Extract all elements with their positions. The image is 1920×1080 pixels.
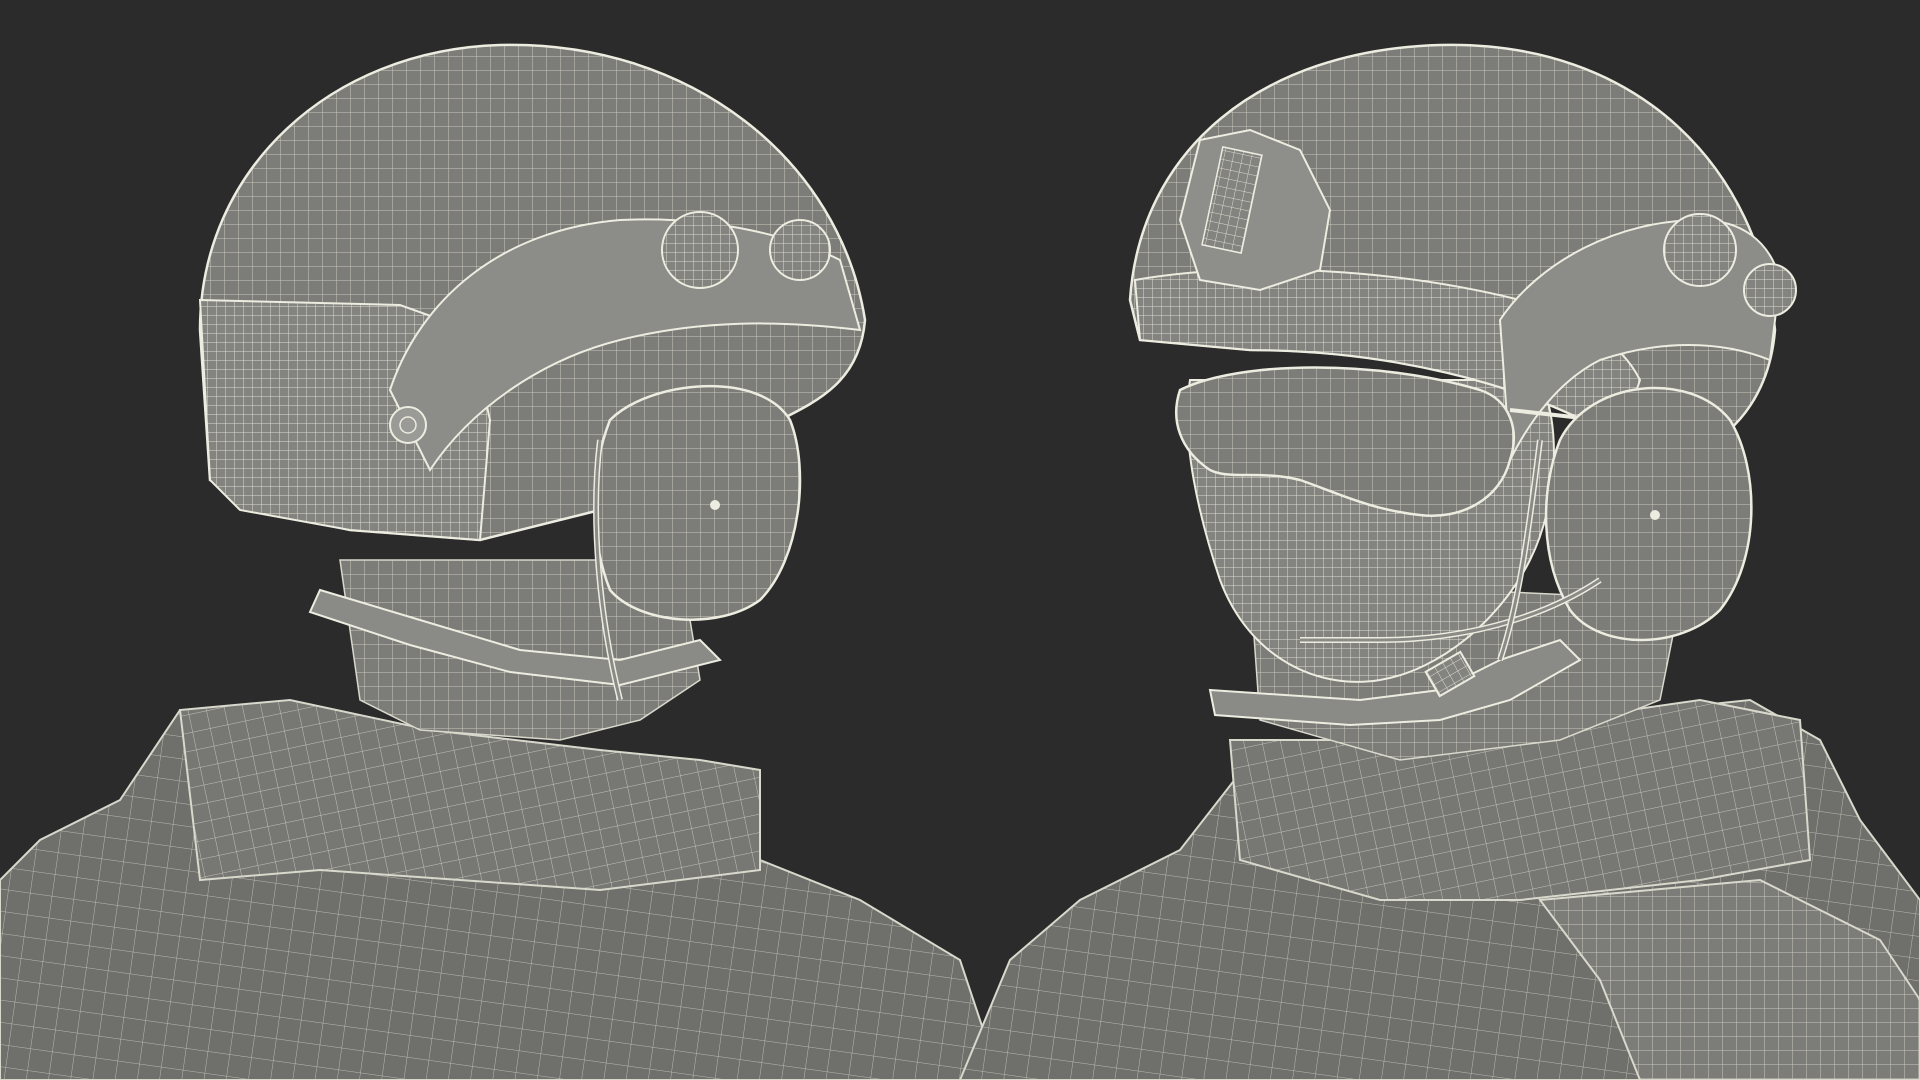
right-rail-mount	[1663, 213, 1737, 287]
right-figure	[958, 43, 1920, 1080]
right-earcup-center	[1650, 510, 1660, 520]
right-rail-mount	[1743, 263, 1797, 317]
left-rail-mount	[661, 211, 739, 289]
left-earcup-center	[710, 500, 720, 510]
left-pivot-bolt	[389, 406, 427, 444]
render-viewport	[0, 0, 1920, 1080]
left-rail-mount	[769, 219, 831, 281]
left-figure	[0, 43, 1002, 1080]
left-earcup	[593, 385, 802, 621]
wireframe-render	[0, 43, 1920, 1080]
right-earcup	[1544, 386, 1753, 642]
